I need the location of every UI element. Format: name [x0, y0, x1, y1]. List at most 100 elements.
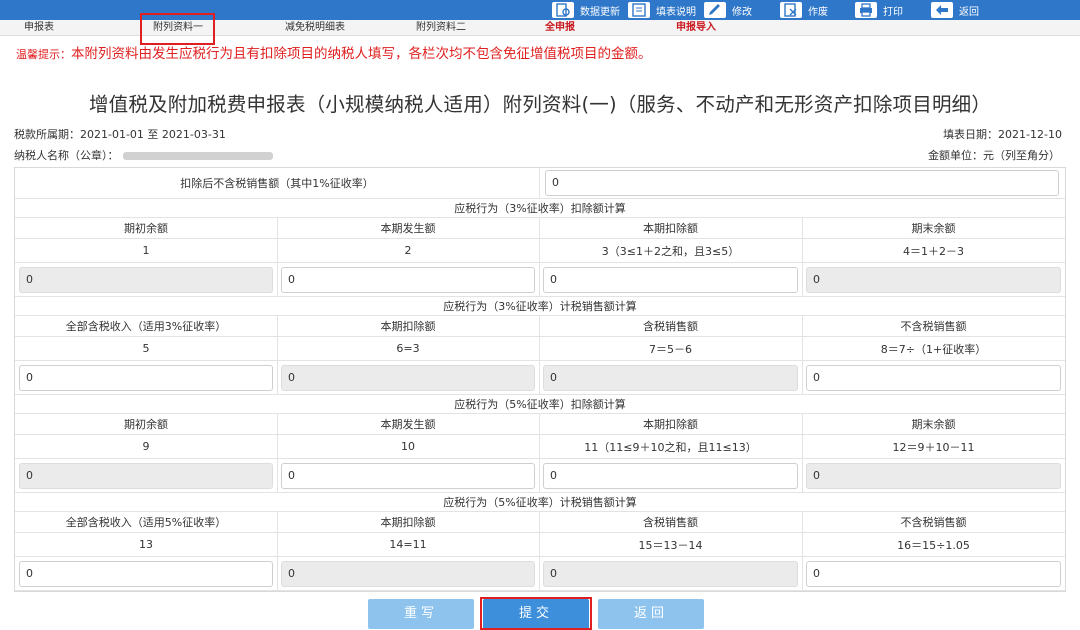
section-title-row: 应税行为（3%征收率）扣除额计算	[15, 199, 1065, 218]
column-code: 7＝5－6	[649, 342, 692, 356]
page-title: 增值税及附加税费申报表（小规模纳税人适用）附列资料(一)（服务、不动产和无形资产…	[88, 93, 992, 116]
tab-attachment-2[interactable]: 附列资料二	[416, 20, 466, 36]
back-button[interactable]: 返回	[598, 599, 704, 629]
column-code: 1	[142, 244, 150, 257]
tab-declaration[interactable]: 申报表	[24, 20, 54, 36]
input-row: 0000	[15, 459, 1065, 493]
column-header: 本期发生额	[380, 418, 436, 431]
redacted-name	[122, 152, 273, 160]
column-code: 15＝13－14	[638, 538, 703, 552]
input-row: 0000	[15, 557, 1065, 591]
column-code-row: 13 14=11 15＝13－14 16＝15÷1.05	[15, 533, 1065, 557]
fill-guide-label: 填表说明	[656, 6, 696, 18]
print-button[interactable]: 打印	[855, 0, 903, 20]
amount-unit: 金额单位：元（列至角分）	[928, 149, 1060, 162]
amount-input[interactable]: 0	[281, 463, 535, 489]
summary-label: 扣除后不含税销售额（其中1%征收率）	[180, 177, 374, 190]
column-code: 8＝7÷（1+征收率）	[880, 342, 987, 356]
readonly-amount-field: 0	[543, 561, 798, 587]
amount-input[interactable]: 0	[806, 561, 1061, 587]
amount-input[interactable]: 0	[543, 463, 798, 489]
column-header-row: 期初余额 本期发生额 本期扣除额 期末余额	[15, 218, 1065, 239]
column-header: 本期扣除额	[643, 418, 698, 431]
cancel-doc-icon	[780, 2, 802, 18]
amount-input[interactable]: 0	[543, 267, 798, 293]
refresh-doc-icon	[552, 2, 574, 18]
column-code: 13	[139, 538, 153, 551]
warm-tip: 温馨提示：本附列资料由发生应税行为且有扣除项目的纳税人填写，各栏次均不包含免征增…	[16, 42, 652, 62]
input-row: 0000	[15, 361, 1065, 395]
print-label: 打印	[883, 6, 903, 18]
back-arrow-icon	[931, 2, 953, 18]
column-header: 本期扣除额	[380, 516, 436, 529]
column-header-row: 全部含税收入（适用3%征收率） 本期扣除额 含税销售额 不含税销售额	[15, 316, 1065, 337]
column-code: 10	[401, 440, 415, 453]
column-code: 2	[404, 244, 412, 257]
column-header: 期末余额	[911, 222, 956, 235]
column-code: 11（11≤9＋10之和，且11≤13）	[584, 440, 757, 454]
column-code: 12＝9＋10－11	[892, 440, 975, 454]
readonly-amount-field: 0	[543, 365, 798, 391]
fill-date: 填表日期：2021-12-10	[943, 128, 1062, 141]
readonly-amount-field: 0	[281, 561, 535, 587]
printer-icon	[855, 2, 877, 18]
section-title-row: 应税行为（3%征收率）计税销售额计算	[15, 297, 1065, 316]
readonly-amount-field: 0	[806, 463, 1061, 489]
section-title: 应税行为（5%征收率）计税销售额计算	[443, 496, 637, 509]
column-code: 4＝1＋2－3	[903, 244, 964, 258]
rewrite-button[interactable]: 重写	[368, 599, 474, 629]
amount-input[interactable]: 0	[281, 267, 535, 293]
input-row: 0000	[15, 263, 1065, 297]
back-label: 返回	[959, 6, 979, 18]
amount-input[interactable]: 0	[806, 365, 1061, 391]
column-header: 不含税销售额	[900, 516, 967, 529]
taxpayer-label: 纳税人名称（公章）：	[14, 149, 119, 162]
tax-period: 税款所属期：2021-01-01 至 2021-03-31	[14, 128, 226, 141]
column-header: 期初余额	[124, 418, 168, 431]
section-title: 应税行为（5%征收率）扣除额计算	[454, 398, 626, 411]
void-button[interactable]: 作废	[780, 0, 828, 20]
column-header: 全部含税收入（适用5%征收率）	[65, 516, 227, 529]
form-page: 数据更新 填表说明 修改 作废 打印 返回 申报表 附列资料一 减免税明细表 附…	[0, 0, 1080, 630]
readonly-amount-field: 0	[806, 267, 1061, 293]
tab-full-declare[interactable]: 全申报	[545, 20, 575, 36]
tab-declare-import[interactable]: 申报导入	[676, 20, 716, 36]
amount-input[interactable]: 0	[19, 365, 273, 391]
section-title: 应税行为（3%征收率）扣除额计算	[454, 202, 626, 215]
column-header: 本期扣除额	[643, 222, 698, 235]
void-label: 作废	[808, 6, 828, 18]
column-code: 16＝15÷1.05	[897, 538, 970, 552]
tip-text: 本附列资料由发生应税行为且有扣除项目的纳税人填写，各栏次均不包含免征增值税项目的…	[71, 46, 652, 62]
column-code: 9	[142, 440, 150, 453]
active-tab-highlight	[140, 13, 215, 45]
column-header: 含税销售额	[643, 320, 698, 333]
column-code-row: 1 2 3（3≤1＋2之和，且3≤5） 4＝1＋2－3	[15, 239, 1065, 263]
readonly-amount-field: 0	[281, 365, 535, 391]
section-title-row: 应税行为（5%征收率）计税销售额计算	[15, 493, 1065, 512]
back-toolbar-button[interactable]: 返回	[931, 0, 979, 20]
summary-input[interactable]: 0	[545, 170, 1059, 196]
column-header: 期末余额	[911, 418, 956, 431]
data-update-button[interactable]: 数据更新	[552, 0, 620, 20]
pencil-icon	[704, 2, 726, 18]
tip-label: 温馨提示：	[16, 48, 71, 61]
submit-highlight	[480, 597, 592, 630]
tab-tax-reduction[interactable]: 减免税明细表	[285, 20, 345, 36]
section-title-row: 应税行为（5%征收率）扣除额计算	[15, 395, 1065, 414]
fill-guide-button[interactable]: 填表说明	[628, 0, 696, 20]
column-code-row: 9 10 11（11≤9＋10之和，且11≤13） 12＝9＋10－11	[15, 435, 1065, 459]
document-icon	[628, 2, 650, 18]
column-code: 3（3≤1＋2之和，且3≤5）	[601, 244, 740, 258]
edit-button[interactable]: 修改	[704, 0, 752, 20]
taxpayer-name: 纳税人名称（公章）：	[14, 147, 273, 163]
column-header-row: 期初余额 本期发生额 本期扣除额 期末余额	[15, 414, 1065, 435]
edit-label: 修改	[732, 6, 752, 18]
summary-row: 扣除后不含税销售额（其中1%征收率） 0	[15, 168, 1065, 199]
readonly-amount-field: 0	[19, 267, 273, 293]
column-header: 本期发生额	[380, 222, 436, 235]
column-header: 不含税销售额	[900, 320, 967, 333]
column-code: 5	[142, 342, 150, 355]
amount-input[interactable]: 0	[19, 561, 273, 587]
column-header: 期初余额	[124, 222, 168, 235]
column-code-row: 5 6=3 7＝5－6 8＝7÷（1+征收率）	[15, 337, 1065, 361]
